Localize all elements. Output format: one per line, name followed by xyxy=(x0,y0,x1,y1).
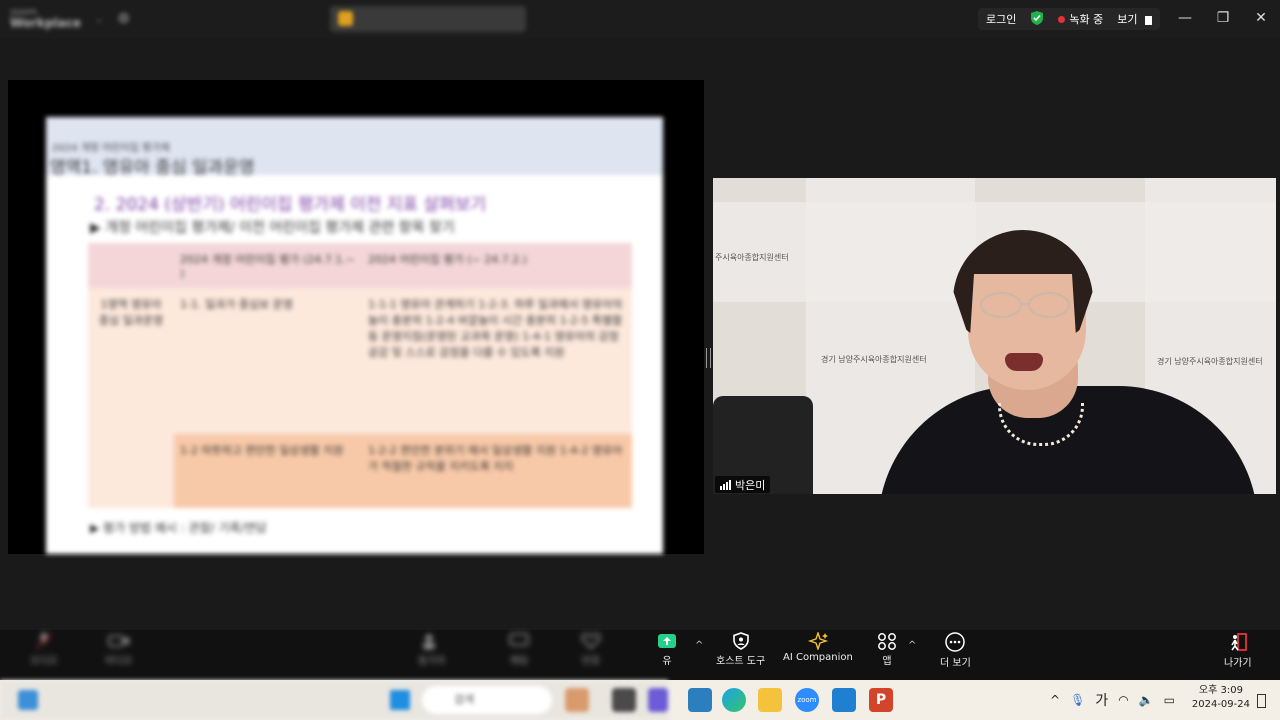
meeting-search-bar[interactable] xyxy=(330,6,526,32)
sparkle-icon xyxy=(807,632,829,650)
video-camera-icon xyxy=(107,635,129,647)
recording-dot-icon xyxy=(1058,16,1066,23)
participants-button[interactable]: 참가자 xyxy=(418,632,446,667)
status-icon[interactable]: ⚙ xyxy=(117,11,130,27)
view-layout-icon xyxy=(1145,15,1152,25)
apps-button[interactable]: 앱 xyxy=(876,632,898,667)
slide-header: 2024 개정 어린이집 평가제 영역1. 영유아 중심 일과운영 xyxy=(46,117,663,178)
ime-indicator[interactable]: 가 xyxy=(1095,690,1108,710)
taskbar-search-box[interactable]: 검색 xyxy=(422,686,552,714)
chevron-down-icon[interactable]: ⌄ xyxy=(95,14,103,25)
wifi-icon[interactable]: ◠ xyxy=(1118,693,1128,707)
taskbar-left-region: 검색 xyxy=(0,680,668,720)
ai-companion-button[interactable]: AI Companion xyxy=(783,632,853,663)
clock-time: 오후 3:09 xyxy=(1198,685,1243,696)
slide-footer: ▶ 평가 방법 예시 : 관찰/ 기록/면담 xyxy=(90,521,267,535)
participant-video[interactable]: 주시육아종합지원센터 경기 남양주시육아종합지원센터 경기 남양주시육아종합지원… xyxy=(713,178,1276,494)
tray-chevron-up-icon[interactable]: ^ xyxy=(1050,693,1060,707)
powerpoint-icon[interactable]: P xyxy=(869,688,893,712)
volume-icon[interactable]: 🔈 xyxy=(1139,693,1154,707)
share-screen-icon xyxy=(658,634,676,648)
video-button[interactable]: 비디오 xyxy=(105,632,133,667)
leave-icon xyxy=(1231,633,1247,651)
slide-table-row-label: 1영역 영유아 중심 일과운영 xyxy=(88,288,174,508)
split-resize-handle[interactable] xyxy=(706,348,711,368)
participants-icon xyxy=(422,634,435,649)
slide-table: 2024 개정 어린이집 평가 (24.7.1.~ ) 2024 어린이집 평가… xyxy=(88,243,632,508)
taskbar-app-icon[interactable] xyxy=(648,688,668,712)
share-button[interactable]: 유 xyxy=(656,632,678,667)
participant-name-tag: 박은미 xyxy=(715,476,771,493)
chat-button[interactable]: 채팅 xyxy=(508,632,530,667)
microphone-icon[interactable]: 🎙 xyxy=(1070,693,1085,707)
system-tray: ^ 🎙 가 ◠ 🔈 ▭ xyxy=(1050,680,1175,720)
slide-small-header: 2024 개정 어린이집 평가제 xyxy=(52,143,170,154)
more-button[interactable]: 더 보기 xyxy=(940,632,971,669)
wall-banner-text: 경기 남양주시육아종합지원센터 xyxy=(821,355,927,364)
audio-button[interactable]: 오디오 xyxy=(30,632,58,667)
view-button[interactable]: 보기 xyxy=(1117,11,1152,27)
calculator-icon[interactable] xyxy=(688,688,712,712)
apps-icon xyxy=(878,633,896,650)
glasses-icon xyxy=(980,292,1070,318)
leave-button[interactable]: 나가기 xyxy=(1224,632,1252,669)
zoom-app-icon[interactable]: zoom xyxy=(795,688,819,712)
slide-subheading: ▶ 개정 어린이집 평가제/ 이전 어린이집 평가제 관련 항목 찾기 xyxy=(90,220,455,236)
window-controls: — ❐ ✕ xyxy=(1166,0,1280,36)
meeting-status-bar: 로그인 녹화 중 보기 xyxy=(978,8,1160,30)
file-explorer-icon[interactable] xyxy=(758,688,782,712)
taskbar-app-icon[interactable] xyxy=(612,688,636,712)
clock-date: 2024-09-24 xyxy=(1191,699,1250,710)
wall-banner-text: 주시육아종합지원센터 xyxy=(715,253,789,262)
close-window-button[interactable]: ✕ xyxy=(1242,0,1280,36)
slide-table-cell: 1-1-1 영유아 관계하기 1-2-3. 하루 일과에서 영유아의 놀이 충분… xyxy=(362,288,632,434)
host-tools-button[interactable]: 호스트 도구 xyxy=(716,632,765,667)
edge-browser-icon[interactable] xyxy=(722,688,746,712)
slide-table-cell: 1-2-2 편안한 분위기 에서 일상생활 지원 1-4-2 영유아가 적절한 … xyxy=(362,434,632,508)
windows-start-icon[interactable] xyxy=(390,690,410,710)
slide-table-col2-header: 2024 어린이집 평가 (~ 24.7.2.) xyxy=(362,243,632,288)
share-options-chevron-icon[interactable]: ^ xyxy=(695,640,703,651)
security-shield-icon[interactable] xyxy=(1030,10,1044,29)
more-dots-icon xyxy=(945,632,966,652)
recording-indicator[interactable]: 녹화 중 xyxy=(1058,11,1103,27)
taskbar-clock[interactable]: 오후 3:09 2024-09-24 xyxy=(1192,684,1250,712)
shared-slide: 2024 개정 어린이집 평가제 영역1. 영유아 중심 일과운영 2. 202… xyxy=(46,117,663,554)
restore-button[interactable]: ❐ xyxy=(1204,0,1242,36)
wall-banner-text: 경기 남양주시육아종합지원센터 xyxy=(1157,357,1263,366)
chat-icon xyxy=(509,633,529,646)
notes-app-icon[interactable] xyxy=(832,688,856,712)
slide-table-cell: 1-1. 일과가 중심보 운영 xyxy=(174,288,362,434)
widgets-icon[interactable] xyxy=(18,690,38,710)
meeting-toolbar xyxy=(0,630,1280,680)
slide-heading: 2. 2024 (상반기) 어린이집 평가제 이전 지표 살펴보기 xyxy=(94,195,487,215)
slide-section-title: 영역1. 영유아 중심 일과운영 xyxy=(50,158,255,178)
app-branding: zoom Workplace ⌄ ⚙ xyxy=(10,8,130,30)
slide-table-col1-header: 2024 개정 어린이집 평가 (24.7.1.~ ) xyxy=(174,243,362,288)
show-desktop-button[interactable] xyxy=(1257,694,1266,708)
login-button[interactable]: 로그인 xyxy=(986,11,1016,27)
taskbar-app-icon[interactable] xyxy=(565,688,589,712)
battery-icon[interactable]: ▭ xyxy=(1164,693,1175,707)
apps-options-chevron-icon[interactable]: ^ xyxy=(908,640,916,651)
microphone-muted-icon xyxy=(36,633,52,649)
reactions-button[interactable]: 반응 xyxy=(580,632,602,667)
signal-bars-icon xyxy=(720,479,731,490)
participant-name: 박은미 xyxy=(735,478,766,492)
minimize-button[interactable]: — xyxy=(1166,0,1204,36)
shield-icon xyxy=(732,632,749,650)
title-bar: zoom Workplace ⌄ ⚙ 로그인 녹화 중 보기 — ❐ ✕ xyxy=(0,0,1280,38)
app-logo: zoom Workplace xyxy=(10,7,82,30)
slide-table-cell: 1-2 따뜻하고 편안한 일상생활 지원 xyxy=(174,434,362,508)
participant-mouth xyxy=(1005,353,1043,371)
heart-icon xyxy=(581,633,601,650)
